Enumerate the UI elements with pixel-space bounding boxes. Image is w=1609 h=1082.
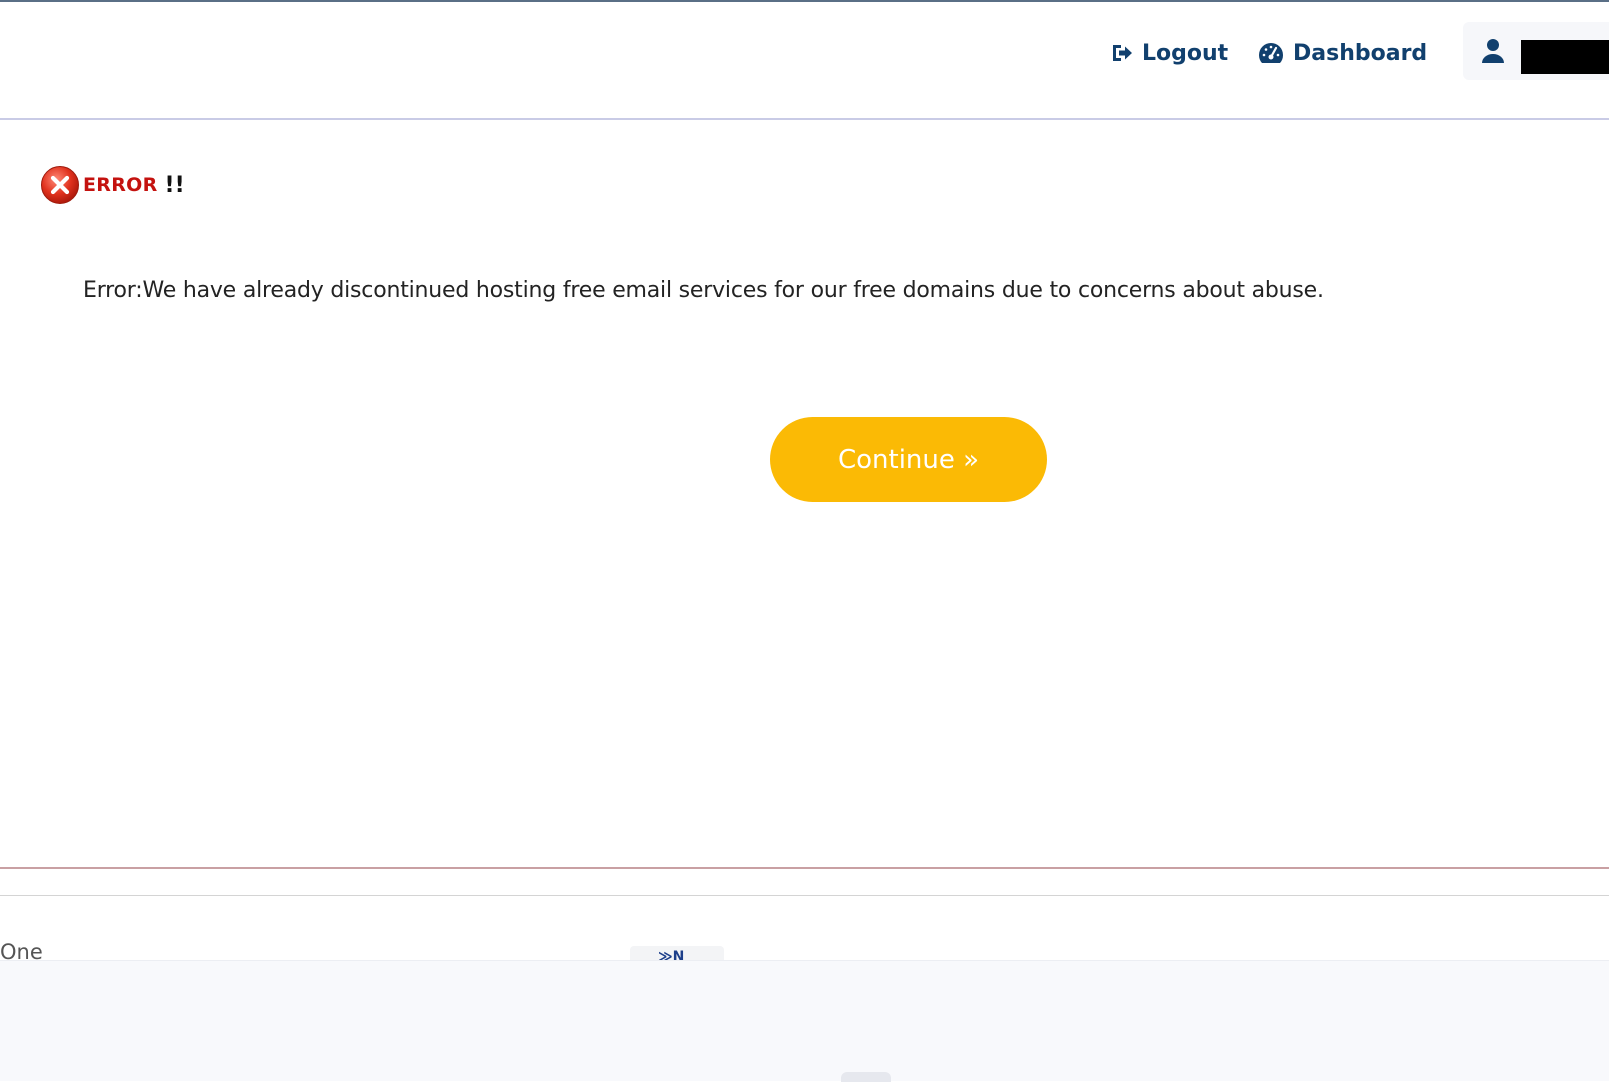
error-x-circle-icon <box>41 166 79 204</box>
error-heading: ERROR !! <box>40 165 185 205</box>
dashboard-speedometer-icon <box>1258 43 1284 63</box>
bottom-panel <box>0 960 1609 1081</box>
error-message: Error:We have already discontinued hosti… <box>83 278 1324 303</box>
error-emphasis: !! <box>164 172 185 198</box>
user-icon <box>1482 39 1504 63</box>
footer-logo-mark: ≫N <box>658 949 685 960</box>
username-redacted <box>1521 40 1609 74</box>
footer-divider <box>0 867 1609 869</box>
logout-icon <box>1113 45 1132 61</box>
footer-divider-secondary <box>0 895 1609 896</box>
error-heading-label: ERROR <box>83 174 158 196</box>
user-menu[interactable] <box>1463 22 1609 80</box>
dashboard-link[interactable]: Dashboard <box>1257 36 1427 70</box>
scroll-to-top-handle[interactable] <box>841 1072 891 1082</box>
logout-label: Logout <box>1142 40 1229 66</box>
site-header: Logout Dashboard <box>0 2 1609 120</box>
logout-link[interactable]: Logout <box>1110 36 1228 70</box>
footer-logo-chip: ≫N <box>630 946 724 960</box>
continue-button[interactable]: Continue » <box>770 417 1047 502</box>
dashboard-label: Dashboard <box>1293 40 1428 66</box>
